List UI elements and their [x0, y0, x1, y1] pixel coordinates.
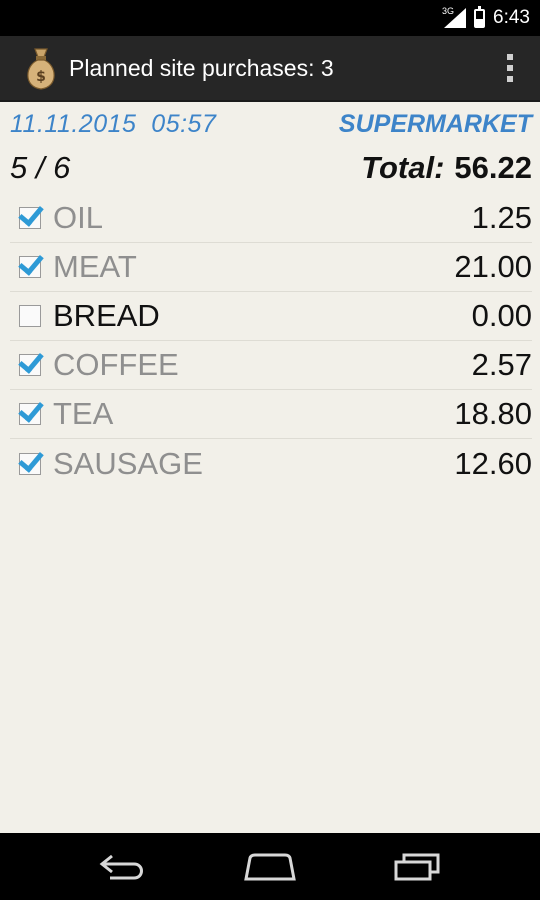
list-item[interactable]: OIL 1.25 — [10, 194, 532, 243]
overflow-menu-icon[interactable] — [490, 48, 530, 88]
list-item[interactable]: MEAT 21.00 — [10, 243, 532, 292]
page-title: Planned site purchases: 3 — [69, 54, 334, 81]
list-summary: 5 / 6 Total: 56.22 — [0, 146, 540, 190]
battery-icon — [474, 5, 486, 28]
money-bag-icon[interactable]: $ — [21, 45, 61, 91]
item-checkbox[interactable] — [19, 354, 41, 376]
item-checkbox[interactable] — [19, 207, 41, 229]
item-price: 2.57 — [471, 347, 532, 382]
status-time: 6:43 — [493, 7, 530, 28]
item-price: 21.00 — [454, 249, 532, 284]
svg-text:$: $ — [36, 69, 46, 85]
home-icon — [244, 853, 296, 880]
list-item[interactable]: TEA 18.80 — [10, 390, 532, 439]
checked-count: 5 / 6 — [10, 150, 71, 185]
item-name: MEAT — [53, 249, 137, 284]
shopping-list-screen: 11.11.2015 05:57 SUPERMARKET 5 / 6 Total… — [0, 102, 540, 833]
item-price: 0.00 — [471, 298, 532, 333]
list-item[interactable]: BREAD 0.00 — [10, 292, 532, 341]
total: Total: 56.22 — [361, 150, 532, 186]
item-checkbox[interactable] — [19, 305, 41, 327]
action-bar: $ Planned site purchases: 3 — [0, 36, 540, 102]
item-name: OIL — [53, 200, 103, 235]
item-name: TEA — [53, 396, 114, 431]
navigation-bar — [0, 833, 540, 900]
signal-icon: 3G — [442, 6, 467, 28]
recents-button[interactable] — [382, 842, 452, 892]
status-bar: 3G 6:43 — [0, 0, 540, 36]
back-button[interactable] — [88, 842, 158, 892]
total-label: Total: — [361, 150, 445, 185]
item-checkbox[interactable] — [19, 403, 41, 425]
list-header: 11.11.2015 05:57 SUPERMARKET — [0, 102, 540, 146]
item-checkbox[interactable] — [19, 452, 41, 475]
item-price: 1.25 — [471, 200, 532, 235]
list-item[interactable]: SAUSAGE 12.60 — [10, 439, 532, 488]
recent-apps-icon — [394, 853, 440, 880]
item-checkbox[interactable] — [19, 256, 41, 278]
total-value: 56.22 — [454, 150, 532, 185]
store-name[interactable]: SUPERMARKET — [339, 110, 532, 139]
item-price: 18.80 — [454, 396, 532, 431]
item-name: SAUSAGE — [53, 445, 203, 481]
network-type: 3G — [442, 6, 455, 16]
item-price: 12.60 — [454, 445, 532, 481]
list-date[interactable]: 11.11.2015 05:57 — [10, 110, 216, 139]
item-name: BREAD — [53, 298, 160, 333]
back-arrow-icon — [99, 854, 144, 879]
list-item[interactable]: COFFEE 2.57 — [10, 341, 532, 390]
home-button[interactable] — [235, 842, 305, 892]
item-name: COFFEE — [53, 347, 179, 382]
item-list: OIL 1.25 MEAT 21.00 BREAD 0.00 COFFEE 2.… — [10, 194, 532, 488]
